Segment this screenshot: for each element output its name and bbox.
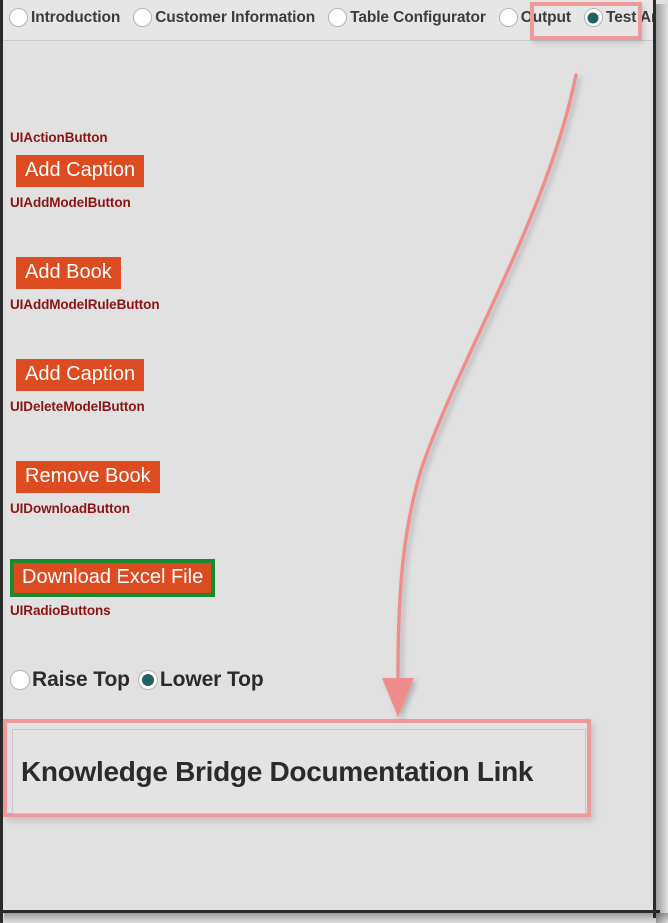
radio-icon-lower-top[interactable]	[137, 670, 158, 690]
content-canvas: Introduction Customer Information Table …	[3, 0, 653, 918]
nav-label-output: Output	[520, 8, 571, 26]
documentation-link-panel[interactable]: Knowledge Bridge Documentation Link	[12, 729, 586, 814]
remove-book-button[interactable]: Remove Book	[16, 461, 160, 493]
window-shadow-right	[656, 4, 668, 923]
radio-icon-table-configurator[interactable]	[328, 8, 348, 27]
nav-item-table-configurator[interactable]: Table Configurator	[328, 8, 499, 27]
navigation-radio-group: Introduction Customer Information Table …	[9, 8, 653, 27]
nav-label-customer-information: Customer Information	[155, 8, 316, 26]
nav-label-introduction: Introduction	[31, 8, 121, 26]
radio-icon-test-area[interactable]	[583, 8, 603, 27]
nav-item-introduction[interactable]: Introduction	[9, 8, 133, 27]
documentation-link-highlight-box: Knowledge Bridge Documentation Link	[3, 719, 591, 817]
caption-ui-radio-buttons: UIRadioButtons	[10, 603, 111, 618]
caption-ui-download-button: UIDownloadButton	[10, 501, 130, 516]
documentation-link-label: Knowledge Bridge Documentation Link	[21, 755, 534, 787]
radio-icon-introduction[interactable]	[9, 8, 28, 27]
annotation-arrow-shape	[382, 73, 578, 717]
caption-ui-add-model-rule-button: UIAddModelRuleButton	[10, 297, 160, 312]
download-excel-file-button[interactable]: Download Excel File	[10, 559, 216, 597]
app-window: Introduction Customer Information Table …	[0, 0, 668, 923]
top-navigation-strip: Introduction Customer Information Table …	[3, 0, 653, 41]
add-caption-button-1[interactable]: Add Caption	[16, 155, 145, 187]
caption-ui-delete-model-button: UIDeleteModelButton	[10, 399, 145, 414]
radio-label-raise-top: Raise Top	[32, 668, 130, 691]
nav-item-customer-information[interactable]: Customer Information	[133, 8, 328, 27]
radio-option-raise-top[interactable]: Raise Top	[10, 668, 138, 692]
nav-label-table-configurator: Table Configurator	[350, 8, 486, 26]
caption-ui-action-button: UIActionButton	[10, 130, 108, 145]
radio-option-lower-top[interactable]: Lower Top	[137, 668, 272, 692]
window-shadow-bottom	[4, 913, 668, 923]
radio-label-lower-top: Lower Top	[159, 668, 264, 691]
caption-ui-add-model-button: UIAddModelButton	[10, 195, 131, 210]
window-border-left	[0, 0, 3, 923]
nav-item-test-area[interactable]: Test Area	[583, 8, 653, 27]
nav-label-test-area: Test Area	[605, 8, 653, 26]
radio-icon-output[interactable]	[498, 8, 518, 27]
top-position-radio-group: Raise Top Lower Top	[10, 668, 272, 692]
add-caption-button-2[interactable]: Add Caption	[16, 359, 145, 391]
radio-icon-customer-information[interactable]	[133, 8, 153, 27]
add-book-button[interactable]: Add Book	[16, 257, 121, 289]
nav-item-output[interactable]: Output	[498, 8, 584, 27]
radio-icon-raise-top[interactable]	[10, 670, 30, 690]
